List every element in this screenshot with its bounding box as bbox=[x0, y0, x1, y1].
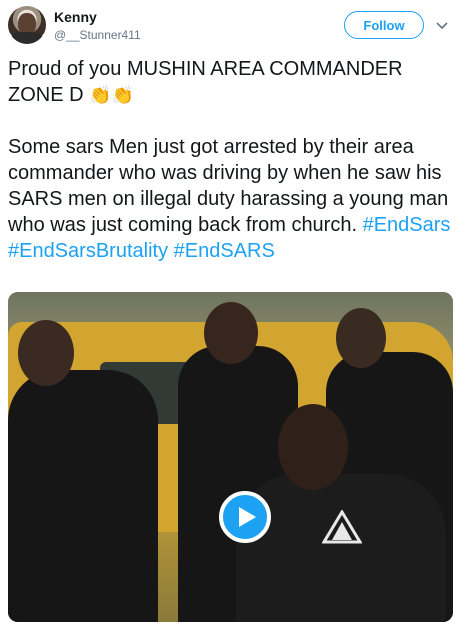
hashtag-link[interactable]: #EndSARS bbox=[174, 240, 275, 262]
tweet-text: Proud of you MUSHIN AREA COMMANDER ZONE … bbox=[8, 56, 463, 264]
avatar[interactable] bbox=[8, 6, 46, 44]
play-icon bbox=[239, 507, 256, 527]
person-head bbox=[278, 404, 348, 490]
hashtag-link[interactable]: #EndSarsBrutality bbox=[8, 240, 168, 262]
play-button[interactable] bbox=[219, 491, 271, 543]
clapping-hands-emoji: 👏👏 bbox=[89, 85, 134, 105]
tweet-paragraph-1-text: Proud of you MUSHIN AREA COMMANDER ZONE … bbox=[8, 58, 403, 106]
person-head bbox=[336, 308, 386, 368]
avatar-shirt bbox=[10, 32, 44, 44]
hashtag-link[interactable]: #EndSars bbox=[363, 214, 451, 236]
person-figure bbox=[8, 370, 158, 622]
person-head bbox=[204, 302, 258, 364]
follow-button[interactable]: Follow bbox=[344, 11, 424, 39]
user-name[interactable]: Kenny bbox=[54, 9, 97, 25]
shirt-logo-icon bbox=[322, 510, 362, 544]
person-head bbox=[18, 320, 74, 386]
person-figure bbox=[236, 474, 446, 622]
tweet-paragraph-2: Some sars Men just got arrested by their… bbox=[8, 134, 463, 264]
chevron-down-icon[interactable] bbox=[434, 18, 450, 34]
video-player[interactable] bbox=[8, 292, 453, 622]
user-handle[interactable]: @__Stunner411 bbox=[54, 28, 141, 42]
tweet-header: Kenny @__Stunner411 Follow bbox=[8, 6, 463, 46]
tweet-paragraph-1: Proud of you MUSHIN AREA COMMANDER ZONE … bbox=[8, 56, 463, 108]
